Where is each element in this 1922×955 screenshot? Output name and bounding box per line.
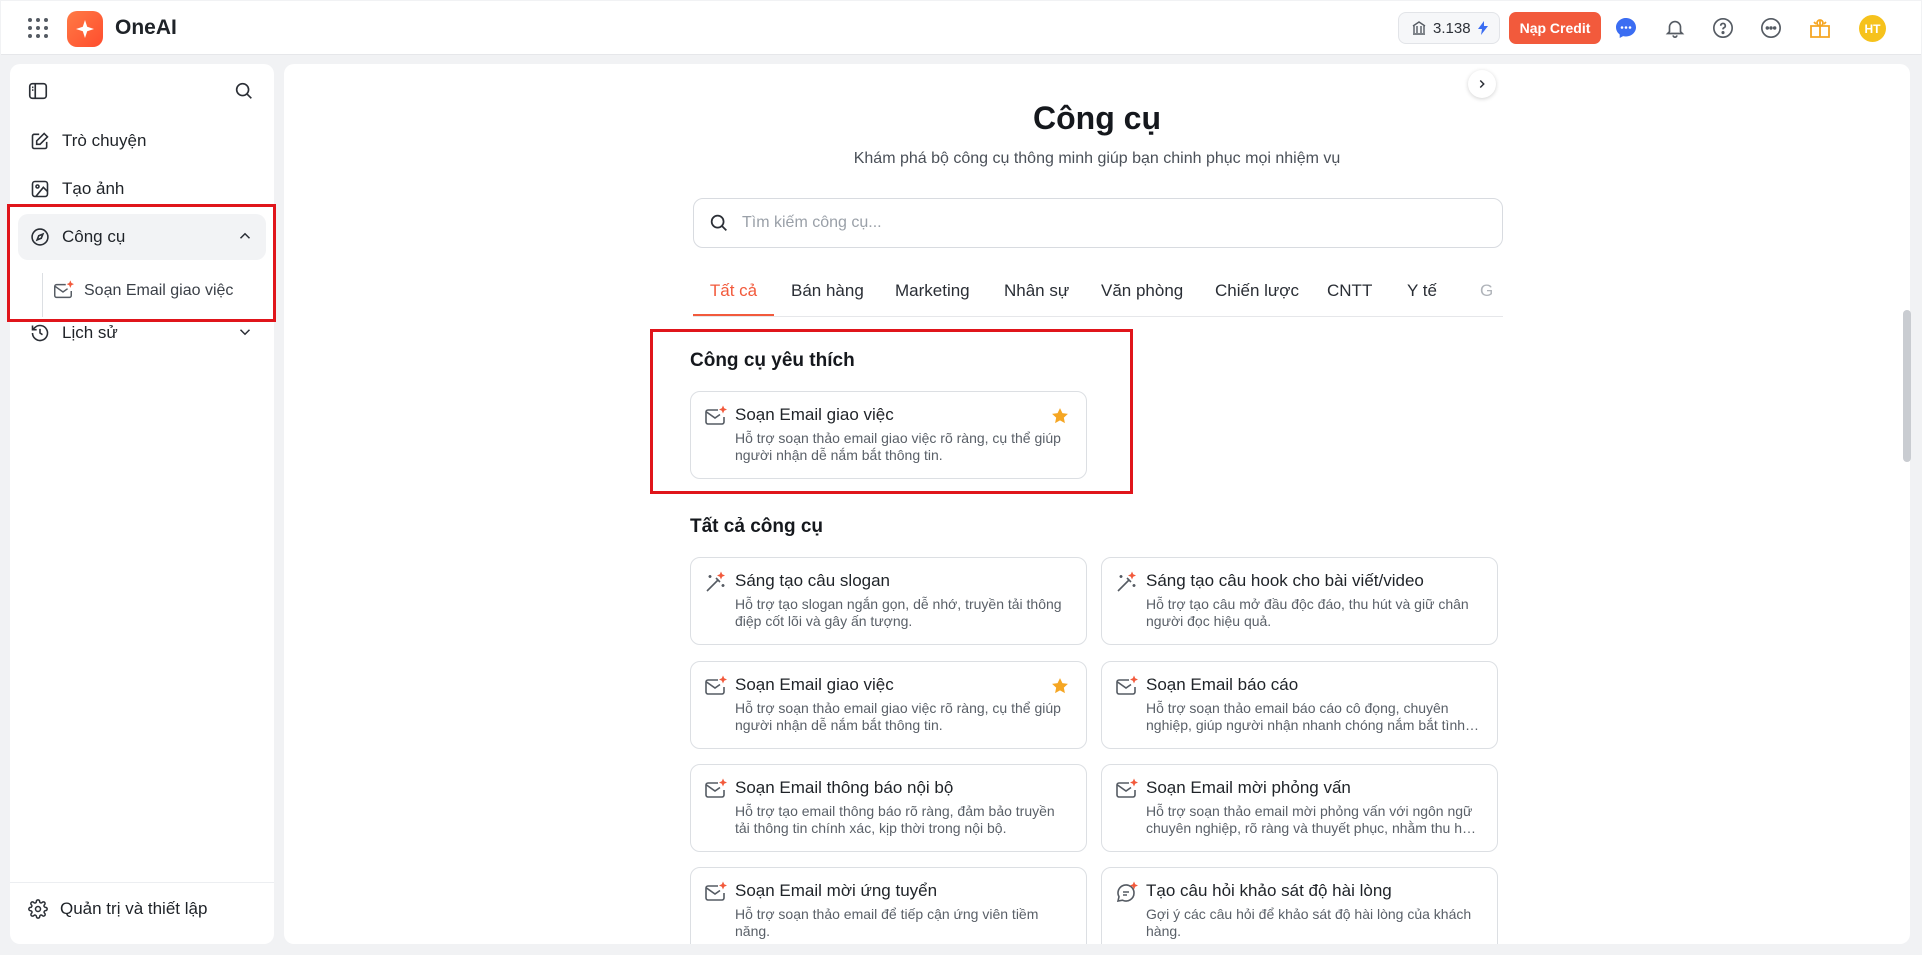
card-title: Soạn Email báo cáo	[1146, 675, 1299, 694]
sidebar-item-label: Tạo ảnh	[62, 179, 125, 198]
mail-icon	[1114, 675, 1138, 699]
card-description: Hỗ trợ soạn thảo email giao việc rõ ràng…	[735, 430, 1061, 463]
magic-wand-icon	[703, 571, 727, 595]
gear-icon	[28, 899, 48, 919]
sidebar-subitem-label: Soạn Email giao việc	[84, 282, 234, 299]
settings-label: Quản trị và thiết lập	[60, 899, 208, 918]
tool-card[interactable]: Tạo câu hỏi khảo sát độ hài lòng Gợi ý c…	[1101, 867, 1498, 944]
card-description: Hỗ trợ tạo email thông báo rõ ràng, đảm …	[735, 803, 1055, 836]
category-tabs: Tất cả Bán hàng Marketing Nhân sự Văn ph…	[693, 271, 1503, 317]
page-scrollbar[interactable]	[1903, 310, 1911, 462]
mail-icon	[703, 881, 727, 905]
tab-strategy[interactable]: Chiến lược	[1215, 281, 1299, 301]
tool-card[interactable]: Sáng tạo câu slogan Hỗ trợ tạo slogan ng…	[690, 557, 1087, 645]
card-description: Hỗ trợ soạn thảo email để tiếp cận ứng v…	[735, 906, 1039, 939]
tab-marketing[interactable]: Marketing	[895, 281, 970, 301]
tool-search-input[interactable]	[742, 214, 1462, 232]
card-description: Hỗ trợ soạn thảo email mời phỏng vấn với…	[1146, 803, 1474, 836]
edit-icon	[30, 131, 50, 151]
user-avatar[interactable]: HT	[1859, 15, 1886, 42]
card-title: Tạo câu hỏi khảo sát độ hài lòng	[1146, 881, 1392, 900]
mail-icon	[703, 778, 727, 802]
history-icon	[30, 323, 50, 343]
gift-icon[interactable]	[1806, 14, 1834, 42]
tab-sales[interactable]: Bán hàng	[791, 281, 864, 301]
chevron-right-icon	[1479, 79, 1485, 89]
tool-card[interactable]: Soạn Email báo cáo Hỗ trợ soạn thảo emai…	[1101, 661, 1498, 749]
image-icon	[30, 179, 50, 199]
all-tools-section-title: Tất cả công cụ	[690, 516, 824, 537]
mail-icon	[52, 280, 74, 302]
card-description: Hỗ trợ tạo câu mở đầu độc đáo, thu hút v…	[1146, 596, 1469, 629]
tab-all[interactable]: Tất cả	[693, 281, 774, 301]
app-grid-icon[interactable]	[26, 16, 50, 40]
messenger-icon[interactable]	[1612, 14, 1640, 42]
sidebar-item-create-image[interactable]: Tạo ảnh	[18, 166, 266, 212]
sidebar-item-label: Lịch sử	[62, 323, 118, 342]
sidebar-subitem-task-email[interactable]: Soạn Email giao việc	[52, 271, 233, 311]
top-bar: OneAI 3.138 Nạp Credit HT	[1, 1, 1921, 55]
card-title: Sáng tạo câu hook cho bài viết/video	[1146, 571, 1424, 590]
star-icon[interactable]	[1050, 406, 1070, 426]
card-title: Soạn Email giao việc	[735, 405, 894, 424]
star-icon[interactable]	[1050, 676, 1070, 696]
sidebar-item-history[interactable]: Lịch sử	[18, 310, 266, 356]
tool-search-box[interactable]	[693, 198, 1503, 248]
sidebar-divider	[10, 882, 274, 883]
tab-hr[interactable]: Nhân sự	[1004, 281, 1069, 301]
active-tab-indicator	[693, 314, 774, 316]
mail-icon	[703, 405, 727, 429]
card-title: Soạn Email thông báo nội bộ	[735, 778, 954, 797]
sidebar-item-settings[interactable]: Quản trị và thiết lập	[28, 899, 207, 919]
card-title: Sáng tạo câu slogan	[735, 571, 891, 590]
card-description: Gợi ý các câu hỏi để khảo sát độ hài lòn…	[1146, 906, 1472, 939]
card-title: Soạn Email mời ứng tuyển	[735, 881, 938, 900]
credit-balance[interactable]: 3.138	[1398, 12, 1500, 44]
sidebar-item-chat[interactable]: Trò chuyện	[18, 118, 266, 164]
tab-office[interactable]: Văn phòng	[1101, 281, 1183, 301]
card-description: Hỗ trợ soạn thảo email giao việc rõ ràng…	[735, 700, 1061, 733]
mail-icon	[1114, 778, 1138, 802]
sidebar-item-tools[interactable]: Công cụ	[18, 214, 266, 260]
search-icon[interactable]	[233, 80, 257, 104]
card-title: Soạn Email giao việc	[735, 675, 894, 694]
compass-icon	[30, 227, 50, 247]
tool-card[interactable]: Sáng tạo câu hook cho bài viết/video Hỗ …	[1101, 557, 1498, 645]
mail-icon	[703, 675, 727, 699]
bell-icon[interactable]	[1661, 14, 1689, 42]
help-icon[interactable]	[1709, 14, 1737, 42]
tab-more[interactable]: G	[1480, 281, 1493, 301]
tab-health[interactable]: Y tế	[1407, 281, 1437, 301]
tab-it[interactable]: CNTT	[1327, 281, 1372, 301]
favorite-tool-card[interactable]: Soạn Email giao việc Hỗ trợ soạn thảo em…	[690, 391, 1087, 479]
page-subtitle: Khám phá bộ công cụ thông minh giúp bạn …	[853, 150, 1341, 167]
tabs-next-button[interactable]	[1468, 70, 1496, 98]
tool-card[interactable]: Soạn Email mời ứng tuyển Hỗ trợ soạn thả…	[690, 867, 1087, 944]
tool-card[interactable]: Soạn Email giao việc Hỗ trợ soạn thảo em…	[690, 661, 1087, 749]
sidebar-toggle-icon[interactable]	[27, 80, 51, 104]
card-description: Hỗ trợ soạn thảo email báo cáo cô đọng, …	[1146, 700, 1466, 733]
credit-value: 3.138	[1433, 19, 1471, 37]
lightning-icon	[1477, 21, 1489, 35]
search-icon	[708, 212, 730, 234]
main-content: Công cụ Khám phá bộ công cụ thông minh g…	[284, 64, 1910, 944]
sidebar-item-label: Công cụ	[62, 227, 126, 246]
sidebar: Trò chuyện Tạo ảnh Công cụ Soạn Email gi…	[10, 64, 274, 944]
chat-icon	[1114, 881, 1138, 905]
more-icon[interactable]	[1757, 14, 1785, 42]
recharge-credit-button[interactable]: Nạp Credit	[1509, 12, 1601, 44]
oneai-logo[interactable]	[67, 11, 103, 47]
brand-name: OneAI	[115, 16, 177, 39]
magic-wand-icon	[1114, 571, 1138, 595]
chevron-down-icon[interactable]	[236, 323, 254, 341]
favorites-section-title: Công cụ yêu thích	[690, 350, 855, 371]
bank-icon	[1411, 20, 1427, 36]
tool-card[interactable]: Soạn Email mời phỏng vấn Hỗ trợ soạn thả…	[1101, 764, 1498, 852]
page-title: Công cụ	[1033, 100, 1161, 136]
tool-card[interactable]: Soạn Email thông báo nội bộ Hỗ trợ tạo e…	[690, 764, 1087, 852]
card-title: Soạn Email mời phỏng vấn	[1146, 778, 1351, 797]
sidebar-item-label: Trò chuyện	[62, 131, 147, 150]
card-description: Hỗ trợ tạo slogan ngắn gọn, dễ nhớ, truy…	[735, 596, 1062, 629]
chevron-up-icon[interactable]	[236, 227, 254, 245]
